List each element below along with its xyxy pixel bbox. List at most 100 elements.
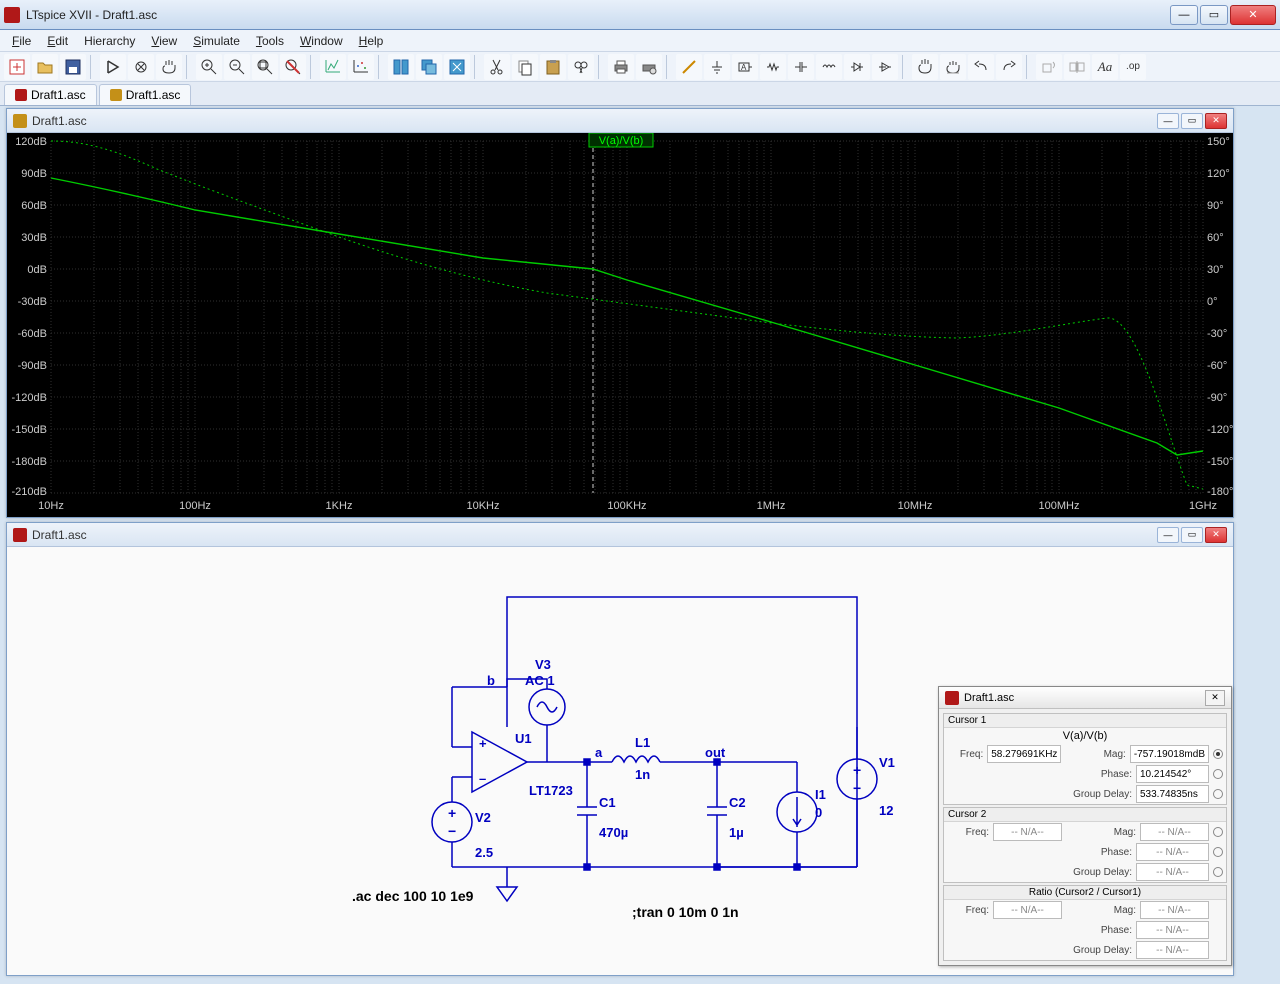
new-schematic-button[interactable] [4,54,30,80]
svg-text:−: − [448,823,456,839]
redo-button[interactable] [996,54,1022,80]
svg-text:10Hz: 10Hz [38,500,64,512]
cursor1-freq-field[interactable]: 58.279691KHz [987,745,1061,763]
schematic-icon [15,89,27,101]
inductor-button[interactable] [816,54,842,80]
menu-simulate[interactable]: Simulate [185,32,248,50]
print-setup-button[interactable] [636,54,662,80]
minimize-button[interactable]: — [1170,5,1198,25]
svg-text:1µ: 1µ [729,825,744,840]
svg-text:-90°: -90° [1207,392,1227,404]
cursor1-gd-radio[interactable] [1213,789,1223,799]
spice-directive-button[interactable]: .op [1120,54,1146,80]
svg-text:-180dB: -180dB [12,456,47,468]
svg-text:0dB: 0dB [27,264,47,276]
waveform-titlebar[interactable]: Draft1.asc — ▭ ✕ [7,109,1233,133]
move-button[interactable] [912,54,938,80]
capacitor-button[interactable] [788,54,814,80]
cursor1-mag-radio[interactable] [1213,749,1223,759]
close-button[interactable]: ✕ [1230,5,1276,25]
svg-text:-120dB: -120dB [12,392,47,404]
diode-button[interactable] [844,54,870,80]
autorange-button[interactable] [320,54,346,80]
tab-waveform[interactable]: Draft1.asc [99,84,192,105]
svg-text:-90dB: -90dB [18,360,47,372]
find-button[interactable] [568,54,594,80]
svg-text:0: 0 [815,805,822,820]
cursor1-section: Cursor 1 V(a)/V(b) Freq: 58.279691KHz Ma… [943,713,1227,805]
cursor1-phase-radio[interactable] [1213,769,1223,779]
pick-visible-traces-button[interactable] [348,54,374,80]
drag-button[interactable] [940,54,966,80]
mirror-button[interactable] [1064,54,1090,80]
svg-text:120°: 120° [1207,168,1230,180]
zoom-back-button[interactable] [280,54,306,80]
tab-schematic[interactable]: Draft1.asc [4,84,97,105]
schematic-titlebar[interactable]: Draft1.asc — ▭ ✕ [7,523,1233,547]
app-icon [4,7,20,23]
svg-text:-150°: -150° [1207,456,1233,468]
schematic-maximize-button[interactable]: ▭ [1181,527,1203,543]
cascade-windows-button[interactable] [416,54,442,80]
mag-label: Mag: [1066,827,1136,838]
menu-view[interactable]: View [143,32,185,50]
svg-text:-180°: -180° [1207,486,1233,498]
svg-text:2.5: 2.5 [475,845,493,860]
svg-text:470µ: 470µ [599,825,628,840]
resistor-button[interactable] [760,54,786,80]
copy-button[interactable] [512,54,538,80]
tile-windows-button[interactable] [388,54,414,80]
component-button[interactable] [872,54,898,80]
svg-text:a: a [595,745,603,760]
rotate-button[interactable] [1036,54,1062,80]
run-button[interactable] [100,54,126,80]
waveform-close-button[interactable]: ✕ [1205,113,1227,129]
zoom-out-button[interactable] [224,54,250,80]
groupdelay-label: Group Delay: [1062,867,1132,878]
cut-button[interactable] [484,54,510,80]
label-net-button[interactable]: A [732,54,758,80]
cursor2-gd-field[interactable]: -- N/A-- [1136,863,1209,881]
cursor-icon [945,691,959,705]
ground-button[interactable] [704,54,730,80]
close-all-button[interactable] [444,54,470,80]
waveform-plot[interactable]: V(a)/V(b) 120dB90dB60dB30dB0dB-30dB-60dB… [7,133,1233,517]
undo-button[interactable] [968,54,994,80]
halt-button[interactable] [128,54,154,80]
cursor2-mag-radio[interactable] [1213,827,1223,837]
print-button[interactable] [608,54,634,80]
menu-edit[interactable]: Edit [39,32,76,50]
waveform-minimize-button[interactable]: — [1157,113,1179,129]
wire-button[interactable] [676,54,702,80]
zoom-in-button[interactable] [196,54,222,80]
cursor2-gd-radio[interactable] [1213,867,1223,877]
cursor2-freq-field[interactable]: -- N/A-- [993,823,1062,841]
maximize-button[interactable]: ▭ [1200,5,1228,25]
cursor2-phase-field[interactable]: -- N/A-- [1136,843,1209,861]
paste-button[interactable] [540,54,566,80]
svg-text:.ac dec 100 10 1e9: .ac dec 100 10 1e9 [352,888,474,904]
save-button[interactable] [60,54,86,80]
cursor2-mag-field[interactable]: -- N/A-- [1140,823,1209,841]
text-button[interactable]: Aa [1092,54,1118,80]
menu-window[interactable]: Window [292,32,351,50]
cursor2-phase-radio[interactable] [1213,847,1223,857]
zoom-fit-button[interactable] [252,54,278,80]
cursor1-phase-field[interactable]: 10.214542° [1136,765,1209,783]
schematic-minimize-button[interactable]: — [1157,527,1179,543]
cursor1-gd-field[interactable]: 533.74835ns [1136,785,1209,803]
open-button[interactable] [32,54,58,80]
menu-tools[interactable]: Tools [248,32,292,50]
cursor-window[interactable]: Draft1.asc ✕ Cursor 1 V(a)/V(b) Freq: 58… [938,686,1232,966]
cursor1-mag-field[interactable]: -757.19018mdB [1130,745,1209,763]
pan-button[interactable] [156,54,182,80]
cursor-titlebar[interactable]: Draft1.asc ✕ [939,687,1231,709]
tab-strip: Draft1.asc Draft1.asc [0,82,1280,106]
svg-text:90dB: 90dB [21,168,47,180]
menu-hierarchy[interactable]: Hierarchy [76,32,143,50]
waveform-maximize-button[interactable]: ▭ [1181,113,1203,129]
menu-help[interactable]: Help [351,32,392,50]
schematic-close-button[interactable]: ✕ [1205,527,1227,543]
menu-file[interactable]: File [4,32,39,50]
cursor-close-button[interactable]: ✕ [1205,690,1225,706]
